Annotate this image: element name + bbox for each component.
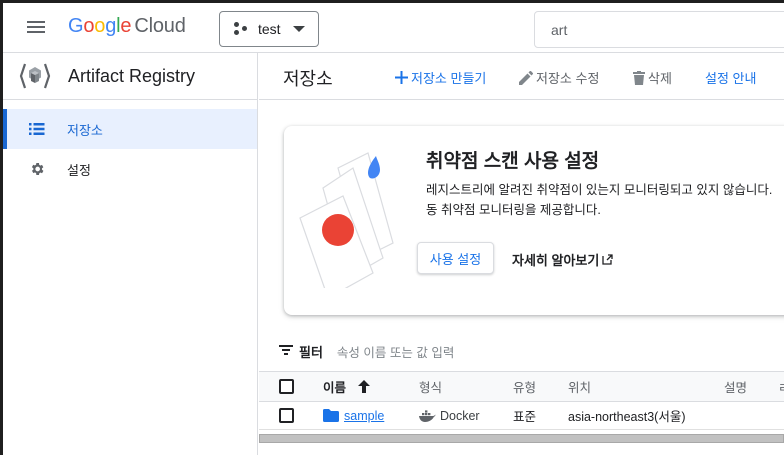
setup-guide-button[interactable]: 설정 안내	[705, 68, 756, 87]
filter-input[interactable]: 속성 이름 또는 값 입력	[337, 342, 454, 361]
select-all-checkbox[interactable]	[279, 379, 294, 394]
table-row: sample Docker 표준 asia-northeast3(서울)	[259, 402, 784, 430]
sidebar-item-label: 저장소	[67, 122, 103, 138]
card-description-line: 동 취약점 모니터링을 제공합니다.	[426, 203, 601, 217]
external-link-icon	[602, 254, 613, 265]
logo-cloud-text: Cloud	[134, 15, 186, 37]
row-checkbox-cell	[279, 402, 294, 429]
logo-letter: g	[105, 15, 117, 37]
learn-more-label: 자세히 알아보기	[512, 253, 600, 268]
artifact-registry-icon	[19, 63, 51, 89]
caret-down-icon	[292, 26, 305, 32]
setup-guide-label: 설정 안내	[705, 71, 757, 86]
filter-label: 필터	[299, 344, 323, 360]
top-header: Google Cloud test art	[3, 3, 784, 53]
format-cell: Docker	[419, 402, 480, 429]
column-header-location[interactable]: 위치	[568, 372, 591, 401]
scan-illustration	[299, 152, 394, 288]
logo-letter: o	[83, 15, 95, 37]
format-value: Docker	[440, 408, 480, 423]
column-header-name[interactable]: 이름	[323, 372, 371, 401]
trash-icon	[633, 70, 645, 85]
card-description: 레지스트리에 알려진 취약점이 있는지 모니터링되고 있지 않습니다. 동 취약…	[426, 180, 772, 220]
sidebar-item-label: 설정	[67, 162, 91, 178]
gear-icon	[27, 161, 47, 177]
search-value: art	[551, 21, 568, 38]
sidebar-item-repositories[interactable]: 저장소	[3, 109, 257, 149]
logo-letter: G	[68, 15, 84, 37]
create-repository-label: 저장소 만들기	[411, 71, 487, 86]
column-header-label: 이름	[323, 381, 347, 395]
location-cell: asia-northeast3(서울)	[568, 410, 686, 424]
sidebar: Artifact Registry 저장소 설정	[3, 53, 258, 455]
edit-repository-label: 저장소 수정	[536, 71, 600, 86]
toolbar: 저장소 저장소 만들기 저장소 수정 삭제 설정 안내	[259, 53, 784, 100]
folder-icon	[323, 409, 339, 422]
card-title: 취약점 스캔 사용 설정	[426, 151, 600, 172]
create-repository-button[interactable]: 저장소 만들기	[395, 68, 486, 87]
learn-more-link[interactable]: 자세히 알아보기	[512, 250, 613, 269]
product-header: Artifact Registry	[3, 53, 257, 100]
filter-icon	[279, 344, 293, 359]
delete-label: 삭제	[648, 71, 672, 86]
product-title: Artifact Registry	[68, 65, 196, 86]
repositories-table: 이름 형식 유형 위치 설명 ㄹ sample Docker 표준 asia-n…	[259, 371, 784, 430]
repository-link[interactable]: sample	[344, 409, 384, 423]
vulnerability-scanning-card: 취약점 스캔 사용 설정 레지스트리에 알려진 취약점이 있는지 모니터링되고 …	[284, 126, 784, 315]
enable-scanning-button[interactable]: 사용 설정	[417, 242, 494, 274]
column-header-truncated[interactable]: ㄹ	[778, 372, 784, 401]
logo-letter: o	[94, 15, 106, 37]
column-header-format[interactable]: 형식	[419, 372, 442, 401]
main-content: 저장소 저장소 만들기 저장소 수정 삭제 설정 안내 취약점 스캔 사용 설정…	[259, 53, 784, 455]
edit-repository-button[interactable]: 저장소 수정	[519, 68, 599, 87]
delete-button[interactable]: 삭제	[633, 68, 672, 87]
logo-letter: e	[120, 15, 132, 37]
pencil-icon	[519, 70, 533, 85]
horizontal-scrollbar[interactable]	[259, 434, 784, 443]
card-description-line: 레지스트리에 알려진 취약점이 있는지 모니터링되고 있지 않습니다.	[426, 183, 773, 197]
sort-arrow-up-icon	[358, 380, 371, 393]
table-header: 이름 형식 유형 위치 설명 ㄹ	[259, 371, 784, 402]
google-cloud-logo[interactable]: Google Cloud	[68, 15, 186, 38]
main-menu-icon[interactable]	[25, 18, 47, 38]
select-all-checkbox-cell	[279, 372, 294, 401]
repository-name-cell: sample	[323, 402, 384, 429]
list-icon	[27, 122, 47, 136]
docker-icon	[419, 409, 436, 422]
type-cell: 표준	[513, 410, 537, 424]
row-checkbox[interactable]	[279, 408, 294, 423]
search-input[interactable]: art	[534, 11, 784, 48]
filter-bar[interactable]: 필터 속성 이름 또는 값 입력	[279, 340, 454, 362]
column-header-type[interactable]: 유형	[513, 372, 536, 401]
page-title: 저장소	[283, 69, 333, 89]
plus-icon	[395, 71, 408, 84]
sidebar-item-settings[interactable]: 설정	[3, 149, 257, 189]
project-icon	[234, 22, 248, 36]
project-selector[interactable]: test	[219, 11, 319, 47]
column-header-description[interactable]: 설명	[724, 372, 747, 401]
project-name: test	[258, 21, 281, 37]
